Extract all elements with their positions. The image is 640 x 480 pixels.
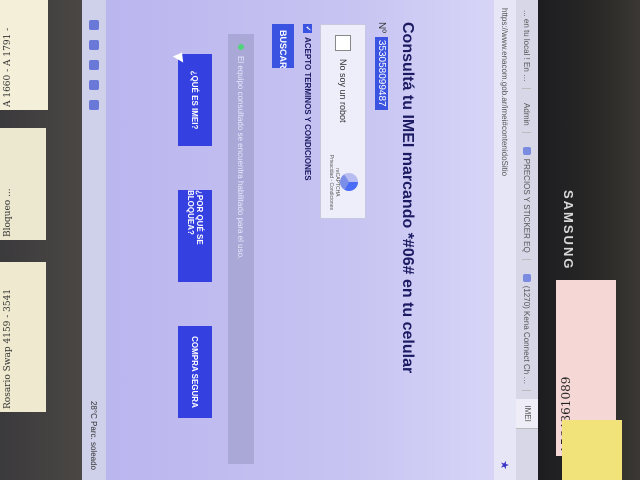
search-button[interactable]: BUSCAR <box>272 24 294 69</box>
favicon-icon <box>523 273 531 282</box>
browser-tab-2[interactable]: Admin <box>522 97 532 133</box>
task-view-icon[interactable] <box>89 40 99 50</box>
favicon-icon <box>523 146 531 155</box>
tab-label: (1270) Kena Connect Ch … <box>522 285 532 385</box>
browser-tab-strip: ... en tu local ! En … Admin PRECIOS Y S… <box>516 0 538 480</box>
sticky-note-2: Bloqueo ... <box>0 128 46 240</box>
sticky-note-5 <box>562 420 622 480</box>
firefox-icon[interactable] <box>89 80 99 90</box>
windows-taskbar: 28°C Parc. soleado <box>82 0 106 480</box>
bookmark-star-icon[interactable]: ★ <box>499 460 512 470</box>
status-message: El equipo consultado se encuentra habili… <box>228 34 254 464</box>
status-text: El equipo consultado se encuentra habili… <box>236 56 246 260</box>
address-bar[interactable]: https://www.enacom.gob.ar/imei#contenido… <box>494 0 516 480</box>
recaptcha-logo: reCAPTCHA Privacidad - Condiciones <box>328 155 358 210</box>
safe-purchase-button[interactable]: COMPRA SEGURA <box>178 326 212 418</box>
tab-label: ... en tu local ! En … <box>522 10 532 83</box>
chrome-icon[interactable] <box>89 60 99 70</box>
imei-input[interactable]: 353058099487 <box>375 36 388 110</box>
tab-label: IMEI <box>523 405 532 422</box>
imei-row: Nº 353058099487 <box>375 22 388 110</box>
recaptcha-widget: No soy un robot reCAPTCHA Privacidad - C… <box>320 24 366 219</box>
what-is-imei-button[interactable]: ¿QUÉ ES IMEI? <box>178 54 212 146</box>
recaptcha-links[interactable]: Privacidad - Condiciones <box>328 155 334 210</box>
browser-tab-4[interactable]: (1270) Kena Connect Ch … <box>522 267 532 392</box>
captcha-checkbox[interactable] <box>335 35 351 51</box>
rotated-viewport: ... en tu local ! En … Admin PRECIOS Y S… <box>82 0 538 480</box>
sticky-note-1: A 1660 - A 1791 - <box>0 0 48 110</box>
search-icon[interactable] <box>89 20 99 30</box>
info-buttons: ¿QUÉ ES IMEI? ¿POR QUÉ SE BLOQUEA? COMPR… <box>178 54 212 418</box>
terms-checkbox-icon[interactable]: ✓ <box>303 24 312 33</box>
recaptcha-brand: reCAPTCHA <box>334 168 340 197</box>
imei-label: Nº <box>376 22 387 33</box>
monitor-brand-logo: SAMSUNG <box>561 190 576 271</box>
page-title: Consultá tu IMEI marcando *#06# en tu ce… <box>399 22 416 374</box>
weather-text[interactable]: 28°C Parc. soleado <box>90 401 99 470</box>
browser-tab-imei[interactable]: IMEI <box>516 399 538 429</box>
status-ok-icon <box>238 44 244 50</box>
recaptcha-icon <box>340 173 358 192</box>
browser-tab-1[interactable]: ... en tu local ! En … <box>522 4 532 90</box>
monitor-screen: ... en tu local ! En … Admin PRECIOS Y S… <box>82 0 538 480</box>
page-content: Consultá tu IMEI marcando *#06# en tu ce… <box>82 0 482 480</box>
browser-tab-3[interactable]: PRECIOS Y STICKER EQ <box>522 140 532 260</box>
tray: 28°C Parc. soleado <box>90 401 99 470</box>
url-text: https://www.enacom.gob.ar/imei#contenido… <box>500 8 510 177</box>
terms-row[interactable]: ✓ ACEPTO TERMINOS Y CONDICIONES <box>303 24 312 181</box>
tab-label: PRECIOS Y STICKER EQ <box>522 158 532 253</box>
terms-label: ACEPTO TERMINOS Y CONDICIONES <box>303 37 312 181</box>
why-blocked-button[interactable]: ¿POR QUÉ SE BLOQUEA? <box>178 190 212 282</box>
tab-label: Admin <box>522 103 532 126</box>
sticky-note-3: Rosario Swap 4159 - 3541 <box>0 262 46 412</box>
explorer-icon[interactable] <box>89 100 99 110</box>
captcha-label: No soy un robot <box>338 59 348 123</box>
